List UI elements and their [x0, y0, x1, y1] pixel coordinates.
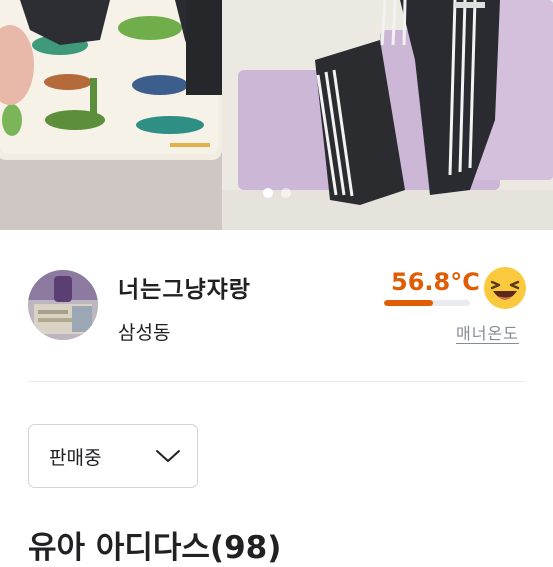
manner-temperature-bar: [384, 300, 470, 306]
seller-nickname[interactable]: 너는그냥쟈랑: [118, 270, 251, 304]
sale-status-select[interactable]: 판매중: [28, 424, 198, 488]
carousel-indicator: [0, 188, 553, 202]
laughing-face-icon: [484, 267, 526, 309]
manner-temperature: 56.8°C: [391, 268, 480, 296]
seller-location: 삼성동: [118, 322, 171, 344]
avatar[interactable]: [28, 270, 98, 340]
manner-temperature-link[interactable]: 매너온도: [456, 320, 519, 344]
carousel-dot-1[interactable]: [262, 188, 273, 198]
chevron-down-icon: [156, 450, 180, 462]
manner-temperature-fill: [384, 300, 433, 306]
product-title: 유아 아디다스(98): [28, 530, 282, 566]
seller-profile: 너는그냥쟈랑 삼성동 56.8°C 매너온도: [0, 230, 553, 382]
carousel-dot-2[interactable]: [280, 188, 291, 198]
sale-status-value: 판매중: [49, 446, 102, 469]
avatar-image: [28, 270, 98, 340]
section-divider: [28, 381, 525, 382]
product-photo-carousel[interactable]: [0, 0, 553, 230]
